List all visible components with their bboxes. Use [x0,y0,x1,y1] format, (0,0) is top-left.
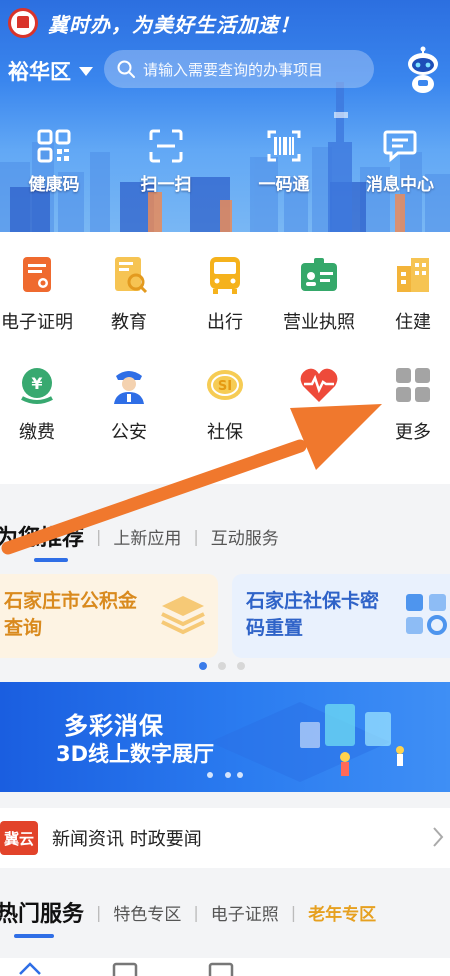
bottom-navigation [0,958,450,976]
recommend-card-social-card[interactable]: 石家庄社保卡密码重置 [232,574,450,658]
tab-divider: | [96,526,102,546]
settings-grid-icon [406,594,447,635]
district-selector[interactable]: 裕华区 [8,56,93,86]
search-icon [117,60,135,78]
tab-divider: | [96,902,102,922]
service-e-certificate[interactable]: 电子证明 [0,254,82,334]
service-label: 出行 [207,312,243,333]
layers-icon [161,596,205,635]
service-business-license[interactable]: 营业执照 [274,254,364,334]
quick-message-center[interactable]: 消息中心 [350,128,450,195]
payment-icon: ¥ [21,368,53,404]
carousel-dot-active[interactable] [199,662,207,670]
service-label: 医 [310,422,328,443]
jiyun-logo-icon: 冀云 [0,821,38,855]
service-label: 营业执照 [283,312,355,333]
license-icon [301,258,337,291]
service-housing[interactable]: 住建 [368,254,450,334]
svg-text:¥: ¥ [31,374,42,393]
service-medical[interactable]: 医 [274,364,364,444]
robot-assistant-icon[interactable] [405,46,441,94]
slogan-row: 冀时办，为美好生活加速！ [8,6,300,40]
search-bar[interactable]: 请输入需要查询的办事项目 [104,50,374,88]
service-social-security[interactable]: SI 社保 [180,364,270,444]
building-icon [397,258,429,292]
svg-text:SI: SI [218,379,232,394]
carousel-indicator [199,662,245,670]
service-label: 电子证明 [1,312,73,333]
quick-health-code[interactable]: 健康码 [4,128,104,195]
service-payment[interactable]: ¥ 缴费 [0,364,82,444]
tab-recommend[interactable]: 为您推荐 [0,520,85,562]
service-travel[interactable]: 出行 [180,254,270,334]
news-text: 新闻资讯 时政要闻 [52,829,202,850]
carousel-dot[interactable] [218,662,226,670]
tab-label: 为您推荐 [0,526,85,551]
quick-one-code[interactable]: 一码通 [234,128,334,195]
slogan-text: 冀时办，为美好生活加速！ [48,12,300,37]
service-label: 缴费 [19,422,55,443]
hebei-logo-icon [8,8,38,38]
promo-banner[interactable]: 多彩消保 3D线上数字展厅 [0,682,450,792]
tab-new-apps[interactable]: 上新应用 [113,524,181,549]
hot-service-tabs: 热门服务 | 特色专区 | 电子证照 | 老年专区 [0,892,376,938]
tab-interactive[interactable]: 互动服务 [211,524,279,549]
tab-label: 热门服务 [0,902,85,927]
service-more[interactable]: 更多 [368,364,450,444]
more-grid-icon [396,368,430,402]
chevron-right-icon [433,827,444,847]
tab-divider: | [193,902,199,922]
active-tab-indicator [34,558,68,562]
banner-subtitle: 3D线上数字展厅 [56,742,215,766]
banner-title: 多彩消保 [64,712,164,740]
tab-senior-zone[interactable]: 老年专区 [308,900,376,925]
services-tab-icon[interactable] [112,962,138,976]
police-icon [114,371,144,404]
caret-down-icon [79,66,93,76]
barcode-icon [267,130,301,162]
quick-label: 消息中心 [366,175,434,195]
service-label: 更多 [395,422,431,443]
heart-pulse-icon [300,368,338,402]
district-label: 裕华区 [8,60,71,84]
home-icon[interactable] [18,962,42,976]
tab-special-zone[interactable]: 特色专区 [113,900,181,925]
quick-label: 扫一扫 [140,175,192,195]
service-label: 住建 [395,312,431,333]
bus-icon [210,257,240,294]
service-label: 公安 [111,422,147,443]
news-row[interactable]: 冀云 新闻资讯 时政要闻 [0,808,450,868]
quick-label: 一码通 [258,175,310,195]
tab-hot-services[interactable]: 热门服务 [0,896,85,938]
header: 冀时办，为美好生活加速！ 裕华区 请输入需要查询的办事项目 健康码 扫一扫 一码… [0,0,450,232]
active-tab-indicator [14,934,54,938]
scan-icon [149,129,183,163]
tab-divider: | [193,526,199,546]
search-placeholder: 请输入需要查询的办事项目 [143,60,324,79]
certificate-icon [23,257,51,292]
social-security-icon: SI [207,370,243,400]
tab-e-license[interactable]: 电子证照 [211,900,279,925]
card-tab-icon[interactable] [208,962,234,976]
service-police[interactable]: 公安 [84,364,174,444]
message-icon [383,130,417,163]
recommend-tabs: 为您推荐 | 上新应用 | 互动服务 [0,516,279,562]
card-title: 石家庄市公积金查询 [4,590,138,639]
service-education[interactable]: 教育 [84,254,174,334]
quick-label: 健康码 [28,175,80,195]
quick-scan[interactable]: 扫一扫 [116,128,216,195]
services-panel: 电子证明 教育 出行 营业执照 住建 ¥ 缴费 公安 SI 社保 医 更多 [0,232,450,484]
qr-grid-icon [37,129,71,163]
carousel-dot[interactable] [237,662,245,670]
recommend-card-fund[interactable]: 石家庄市公积金查询 [0,574,218,658]
education-icon [115,257,148,294]
service-label: 教育 [111,312,147,333]
card-title: 石家庄社保卡密码重置 [246,590,380,639]
service-label: 社保 [207,422,243,443]
tab-divider: | [290,902,297,922]
